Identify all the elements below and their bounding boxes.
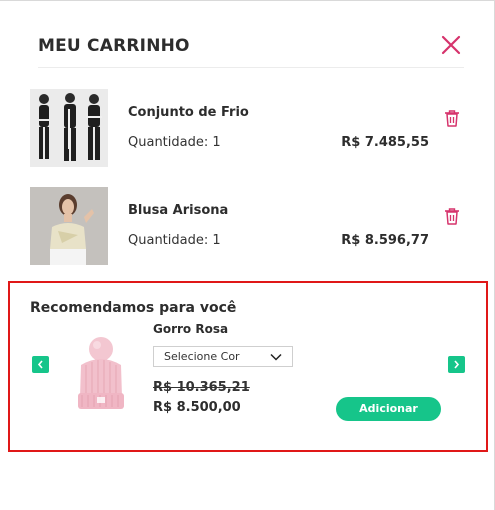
- item-name: Conjunto de Frio: [128, 105, 249, 120]
- item-name: Blusa Arisona: [128, 203, 229, 218]
- carousel-next-button[interactable]: [448, 356, 465, 373]
- current-price: R$ 8.500,00: [153, 400, 241, 415]
- top-border: [0, 0, 495, 1]
- old-price: R$ 10.365,21: [153, 380, 250, 395]
- product-image: [30, 187, 108, 265]
- close-icon[interactable]: [440, 34, 462, 56]
- item-quantity: Quantidade: 1: [128, 233, 221, 248]
- chevron-left-icon: [37, 360, 43, 369]
- chevron-right-icon: [454, 360, 460, 369]
- cart-title: MEU CARRINHO: [38, 36, 190, 56]
- color-select-label: Selecione Cor: [164, 350, 240, 363]
- recommended-product-name: Gorro Rosa: [153, 322, 229, 336]
- trash-icon[interactable]: [444, 109, 460, 127]
- cart-header: MEU CARRINHO: [38, 34, 464, 68]
- item-price: R$ 7.485,55: [341, 135, 429, 150]
- color-select[interactable]: Selecione Cor: [153, 346, 293, 367]
- product-image: [66, 335, 136, 415]
- add-to-cart-button[interactable]: Adicionar: [336, 397, 441, 421]
- recommendation-title: Recomendamos para você: [30, 300, 237, 316]
- carousel-prev-button[interactable]: [32, 356, 49, 373]
- item-quantity: Quantidade: 1: [128, 135, 221, 150]
- cart-item: Blusa Arisona Quantidade: 1 R$ 8.596,77: [30, 187, 460, 265]
- recommendation-section: Recomendamos para você Gorro Rosa Seleci…: [8, 281, 488, 452]
- trash-icon[interactable]: [444, 207, 460, 225]
- cart-item: Conjunto de Frio Quantidade: 1 R$ 7.485,…: [30, 89, 460, 167]
- chevron-down-icon: [270, 353, 282, 361]
- product-image: [30, 89, 108, 167]
- item-price: R$ 8.596,77: [341, 233, 429, 248]
